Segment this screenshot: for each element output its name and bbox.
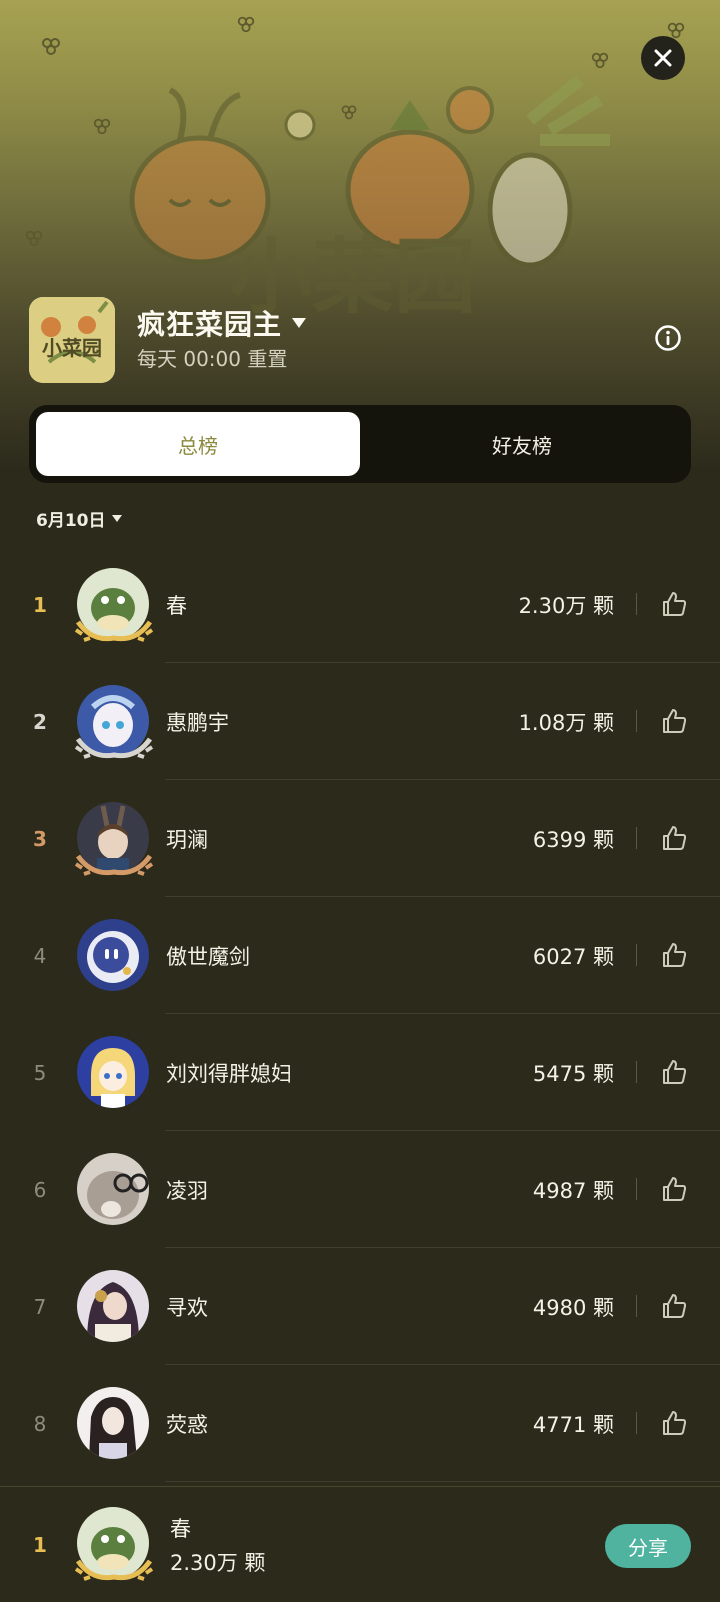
avatar-image: [77, 1153, 149, 1225]
clover-deco-icon: [237, 16, 255, 33]
player-score: 4987 颗: [532, 1178, 614, 1203]
player-score: 6399 颗: [532, 827, 614, 852]
thumbs-up-icon[interactable]: [660, 1292, 688, 1320]
garden-mascot-illustration: 小菜园: [129, 75, 610, 325]
player-name: 寻欢: [166, 1295, 208, 1320]
list-item[interactable]: 4 傲世魔剑 6027 颗: [0, 897, 720, 1014]
my-rank-number: 1: [33, 1533, 47, 1557]
list-item[interactable]: 1 春 2.30万 颗: [0, 546, 720, 663]
silver-laurel-icon: [74, 737, 154, 759]
divider: [636, 827, 637, 849]
thumbs-up-icon[interactable]: [660, 824, 688, 852]
list-item[interactable]: 6 凌羽 4987 颗: [0, 1131, 720, 1248]
reset-time-text: 每天 00:00 重置: [137, 347, 288, 371]
gold-laurel-icon: [74, 620, 154, 642]
leaderboard-list: 1 春 2.30万 颗 2 惠鹏宇 1.08万 颗 3 玥澜 6399 颗 4 …: [0, 546, 720, 1482]
player-name: 惠鹏宇: [166, 710, 229, 735]
clover-deco-icon: [591, 52, 609, 69]
player-name: 玥澜: [166, 827, 208, 852]
avatar[interactable]: [72, 1149, 156, 1233]
thumbs-up-icon[interactable]: [660, 941, 688, 969]
rank-number: 8: [33, 1411, 47, 1436]
game-title[interactable]: 疯狂菜园主: [137, 303, 282, 343]
rank-number: 4: [33, 943, 47, 968]
player-score: 4771 颗: [532, 1412, 614, 1437]
my-avatar[interactable]: [72, 1503, 156, 1587]
thumbs-up-icon[interactable]: [660, 1058, 688, 1086]
divider: [636, 593, 637, 615]
avatar-image: [77, 1270, 149, 1342]
player-score: 1.08万 颗: [518, 710, 614, 735]
avatar-image: [77, 919, 149, 991]
rank-number: 1: [33, 592, 47, 617]
hero-banner: 小菜园: [0, 0, 720, 470]
avatar[interactable]: [72, 1383, 156, 1467]
divider: [636, 1295, 637, 1317]
avatar-image: [77, 1387, 149, 1459]
info-icon[interactable]: [654, 324, 682, 352]
player-name: 刘刘得胖媳妇: [166, 1061, 292, 1086]
player-score: 6027 颗: [532, 944, 614, 969]
player-name: 荧惑: [166, 1412, 208, 1437]
caret-down-icon: [111, 515, 122, 522]
garden-logo-icon: 小菜园: [29, 297, 115, 383]
thumbs-up-icon[interactable]: [660, 590, 688, 618]
game-icon: 小菜园: [29, 297, 115, 383]
tab-friends[interactable]: 好友榜: [360, 412, 684, 476]
game-header: 小菜园 疯狂菜园主 每天 00:00 重置: [29, 297, 691, 383]
rank-number: 5: [33, 1060, 47, 1085]
avatar[interactable]: [72, 564, 156, 648]
list-item[interactable]: 3 玥澜 6399 颗: [0, 780, 720, 897]
divider: [636, 944, 637, 966]
divider: [636, 710, 637, 732]
avatar[interactable]: [72, 1032, 156, 1116]
list-item[interactable]: 2 惠鹏宇 1.08万 颗: [0, 663, 720, 780]
avatar[interactable]: [72, 681, 156, 765]
my-name: 春: [170, 1517, 191, 1541]
player-score: 5475 颗: [532, 1061, 614, 1086]
my-score: 2.30万 颗: [170, 1551, 266, 1575]
player-name: 春: [166, 593, 187, 618]
avatar[interactable]: [72, 798, 156, 882]
clover-deco-icon: [25, 230, 43, 247]
player-name: 凌羽: [166, 1178, 208, 1203]
avatar[interactable]: [72, 1266, 156, 1350]
share-button[interactable]: 分享: [605, 1524, 691, 1568]
player-name: 傲世魔剑: [166, 944, 250, 969]
list-item[interactable]: 8 荧惑 4771 颗: [0, 1365, 720, 1482]
avatar-image: [77, 1036, 149, 1108]
rank-number: 6: [33, 1177, 47, 1202]
my-rank-bar: 1 春 2.30万 颗 分享: [0, 1486, 720, 1602]
clover-deco-icon: [93, 118, 111, 135]
player-score: 2.30万 颗: [518, 593, 614, 618]
close-icon: [654, 49, 672, 67]
svg-text:小菜园: 小菜园: [42, 336, 102, 360]
rank-number: 3: [33, 826, 47, 851]
thumbs-up-icon[interactable]: [660, 1409, 688, 1437]
close-button[interactable]: [641, 36, 685, 80]
gold-laurel-icon: [74, 1559, 154, 1581]
date-selector[interactable]: 6月10日: [36, 506, 122, 531]
player-score: 4980 颗: [532, 1295, 614, 1320]
avatar[interactable]: [72, 915, 156, 999]
rank-number: 7: [33, 1294, 47, 1319]
list-item[interactable]: 5 刘刘得胖媳妇 5475 颗: [0, 1014, 720, 1131]
clover-deco-icon: [42, 38, 60, 55]
leaderboard-tabs: 总榜 好友榜: [29, 405, 691, 483]
date-label: 6月10日: [36, 511, 106, 531]
thumbs-up-icon[interactable]: [660, 707, 688, 735]
bronze-laurel-icon: [74, 854, 154, 876]
list-item[interactable]: 7 寻欢 4980 颗: [0, 1248, 720, 1365]
divider: [636, 1061, 637, 1083]
clover-deco-icon: [341, 105, 357, 120]
divider: [636, 1178, 637, 1200]
tab-overall[interactable]: 总榜: [36, 412, 360, 476]
rank-number: 2: [33, 709, 47, 734]
caret-down-icon[interactable]: [291, 317, 307, 329]
divider: [636, 1412, 637, 1434]
thumbs-up-icon[interactable]: [660, 1175, 688, 1203]
